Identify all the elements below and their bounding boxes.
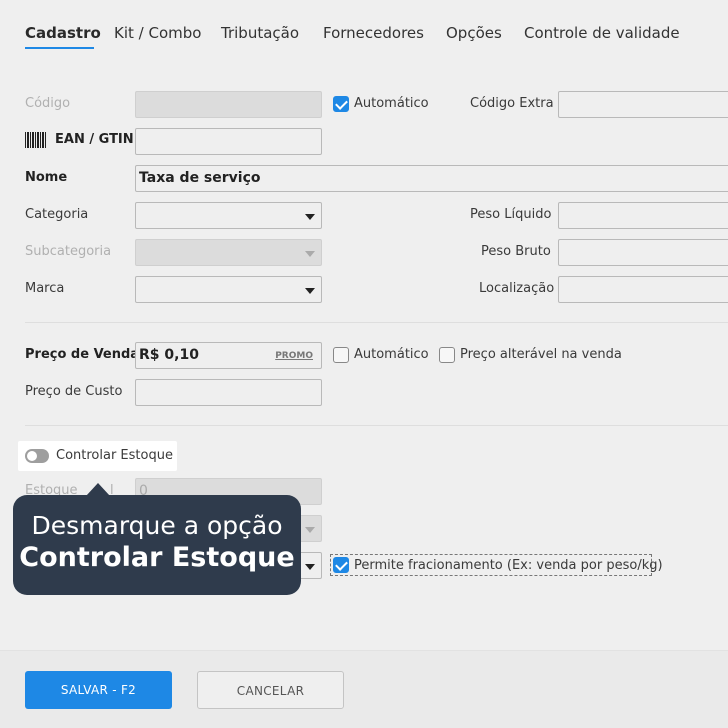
tooltip-line-1: Desmarque a opção [31, 511, 283, 540]
promo-link[interactable]: PROMO [275, 351, 313, 361]
preco-automatico-checkbox[interactable] [333, 347, 349, 363]
codigo-automatico-checkbox[interactable] [333, 96, 349, 112]
marca-select[interactable] [135, 276, 322, 303]
codigo-extra-input[interactable] [558, 91, 728, 118]
tab-bar: Cadastro Kit / Combo Tributação Forneced… [0, 0, 728, 60]
localizacao-label: Localização [479, 281, 555, 296]
tab-fornecedores[interactable]: Fornecedores [323, 24, 424, 42]
categoria-select[interactable] [135, 202, 322, 229]
tab-cadastro[interactable]: Cadastro [25, 24, 101, 42]
controlar-estoque-toggle-row[interactable]: Controlar Estoque [18, 441, 177, 471]
nome-input[interactable]: Taxa de serviço [135, 165, 728, 192]
subcategoria-select [135, 239, 322, 266]
nome-label: Nome [25, 170, 68, 185]
preco-alteravel-label: Preço alterável na venda [460, 347, 622, 362]
tab-opcoes[interactable]: Opções [446, 24, 502, 42]
section-divider [25, 322, 728, 323]
preco-custo-input[interactable] [135, 379, 322, 406]
tab-controle-validade[interactable]: Controle de validade [524, 24, 680, 42]
subcategoria-label: Subcategoria [25, 244, 112, 259]
footer-bar: SALVAR - F2 CANCELAR [0, 650, 728, 728]
ean-input[interactable] [135, 128, 322, 155]
barcode-icon [25, 132, 47, 148]
fracionamento-label: Permite fracionamento (Ex: venda por pes… [354, 558, 663, 573]
preco-venda-input[interactable]: R$ 0,10 PROMO [135, 342, 322, 369]
categoria-label: Categoria [25, 207, 89, 222]
tab-kit-combo[interactable]: Kit / Combo [114, 24, 201, 42]
codigo-extra-label: Código Extra [470, 96, 554, 111]
codigo-input [135, 91, 322, 118]
peso-liquido-input[interactable] [558, 202, 728, 229]
preco-alteravel-checkbox[interactable] [439, 347, 455, 363]
chevron-down-icon [305, 251, 315, 257]
cancel-button[interactable]: CANCELAR [197, 671, 344, 709]
tooltip-line-2: Controlar Estoque [19, 542, 295, 573]
instruction-tooltip: Desmarque a opção Controlar Estoque [13, 495, 301, 595]
chevron-down-icon [305, 214, 315, 220]
ean-label: EAN / GTIN [55, 132, 134, 147]
controlar-estoque-label: Controlar Estoque [56, 448, 173, 463]
peso-bruto-input[interactable] [558, 239, 728, 266]
chevron-down-icon [305, 564, 315, 570]
active-tab-indicator [25, 47, 94, 49]
peso-liquido-label: Peso Líquido [470, 207, 552, 222]
marca-label: Marca [25, 281, 65, 296]
chevron-down-icon [305, 527, 315, 533]
fracionamento-checkbox[interactable] [333, 557, 349, 573]
section-divider [25, 425, 728, 426]
controlar-estoque-toggle[interactable] [25, 449, 49, 463]
preco-venda-label: Preço de Venda [25, 347, 140, 362]
localizacao-input[interactable] [558, 276, 728, 303]
save-button[interactable]: SALVAR - F2 [25, 671, 172, 709]
preco-automatico-label: Automático [354, 347, 429, 362]
tab-tributacao[interactable]: Tributação [221, 24, 299, 42]
codigo-label: Código [25, 96, 71, 111]
preco-custo-label: Preço de Custo [25, 384, 123, 399]
peso-bruto-label: Peso Bruto [481, 244, 551, 259]
chevron-down-icon [305, 288, 315, 294]
codigo-automatico-label: Automático [354, 96, 429, 111]
